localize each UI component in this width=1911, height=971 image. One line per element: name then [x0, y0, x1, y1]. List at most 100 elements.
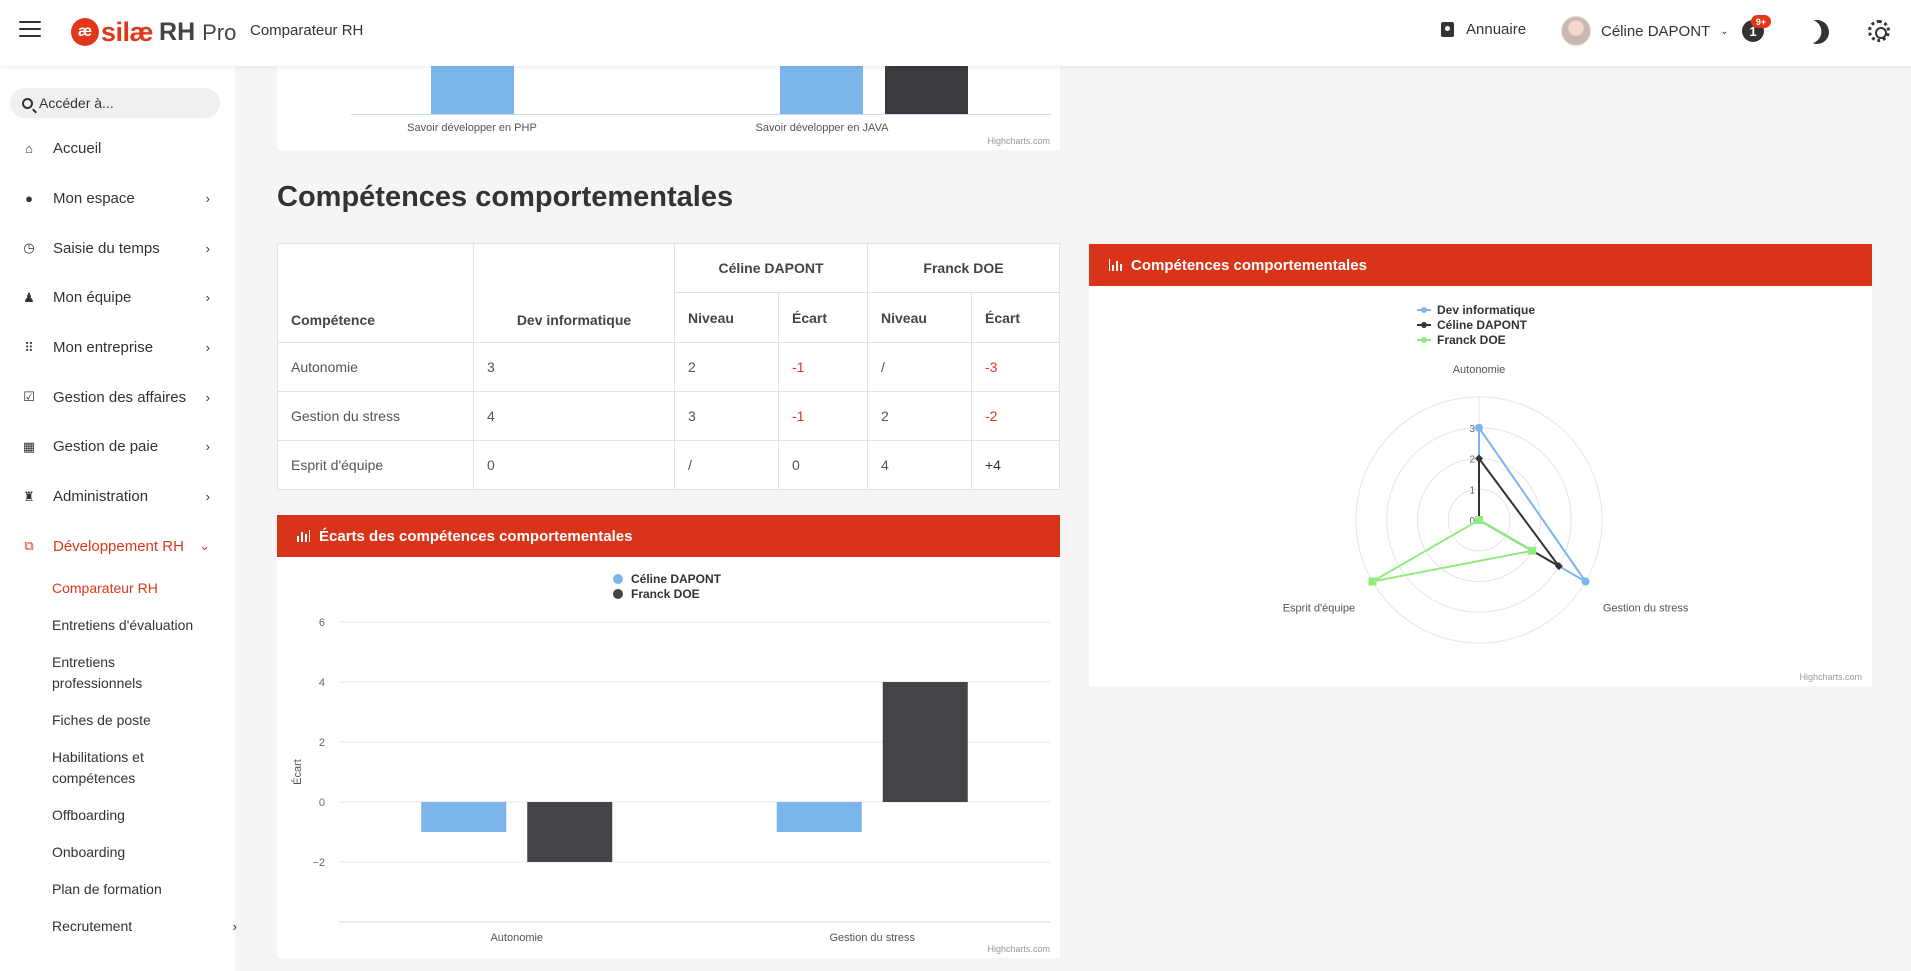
- legend-label: Céline DAPONT: [1437, 318, 1528, 332]
- sidebar-item-administration[interactable]: ♜ Administration ›: [0, 472, 235, 522]
- table-header-person1: Céline DAPONT: [674, 243, 868, 293]
- sidebar-submenu: Comparateur RH Entretiens d'évaluation E…: [0, 573, 237, 942]
- search-input[interactable]: Accéder à...: [10, 88, 220, 118]
- table-row: Esprit d'équipe 0 / 0 4 +4: [277, 440, 1060, 490]
- chevron-right-icon: ›: [205, 439, 210, 455]
- chart-bar: [780, 66, 863, 114]
- sidebar-item-label: Mon entreprise: [53, 339, 154, 357]
- legend-marker: [1421, 307, 1427, 313]
- x-axis-line: [351, 114, 1051, 115]
- sidebar-item-label: Gestion des affaires: [53, 388, 187, 406]
- radar-chart-card: Dev informatique Céline DAPONT Franck DOE A…: [1089, 286, 1872, 686]
- table-cell: -1: [778, 342, 868, 392]
- x-tick-label: Savoir développer en PHP: [407, 122, 537, 134]
- sidebar-item-developpement-rh[interactable]: ⧉ Développement RH ⌄: [0, 522, 235, 572]
- radar-category-label: Gestion du stress: [1603, 603, 1689, 615]
- user-menu[interactable]: Céline DAPONT ⌄: [1561, 16, 1729, 46]
- ecarts-chart-card: Céline DAPONT Franck DOE 6 4 2 0 −2 Écart Autono…: [277, 557, 1060, 958]
- y-tick-label: 2: [319, 737, 325, 749]
- sidebar-subitem-entretiens-evaluation[interactable]: Entretiens d'évaluation: [52, 610, 212, 641]
- person-icon: ●: [25, 191, 33, 207]
- y-tick-label: 0: [319, 797, 325, 809]
- sidebar-subitem-plan-formation[interactable]: Plan de formation: [52, 874, 212, 905]
- home-icon: ⌂: [25, 141, 33, 157]
- table-row: Gestion du stress 4 3 -1 2 -2: [277, 391, 1060, 441]
- sidebar-subitem-label: Recrutement: [52, 918, 133, 935]
- gear-icon[interactable]: [1868, 20, 1890, 42]
- logo-product: RH Pro: [159, 18, 236, 47]
- sidebar-item-label: Administration: [53, 488, 149, 506]
- sidebar-item-label: Saisie du temps: [53, 239, 160, 257]
- logo[interactable]: æ silæ RH Pro: [71, 16, 236, 48]
- section-title: Compétences comportementales: [277, 181, 734, 213]
- highcharts-credit[interactable]: Highcharts.com: [987, 944, 1050, 954]
- sidebar: Accéder à... ⌂ Accueil ● Mon espace › ◷ …: [0, 66, 237, 971]
- legend-label: Franck DOE: [631, 587, 700, 601]
- highcharts-credit[interactable]: Highcharts.com: [987, 136, 1050, 146]
- table-cell: -2: [971, 391, 1060, 441]
- table-cell: Autonomie: [277, 342, 474, 392]
- legend-marker: [613, 574, 623, 584]
- search-icon: [22, 97, 33, 109]
- radar-tick-label: 1: [1469, 485, 1475, 496]
- sidebar-item-accueil[interactable]: ⌂ Accueil: [0, 124, 235, 174]
- sidebar-item-mon-equipe[interactable]: ♟ Mon équipe ›: [0, 273, 235, 323]
- radar-series-line: [1478, 455, 1560, 567]
- x-tick-label: Autonomie: [490, 932, 543, 944]
- legend-label: Céline DAPONT: [631, 572, 722, 586]
- legend-label: Franck DOE: [1437, 333, 1506, 347]
- chevron-down-icon: ⌄: [1720, 25, 1729, 37]
- table-header-person2: Franck DOE: [867, 243, 1060, 293]
- radar-category-label: Autonomie: [1453, 364, 1506, 376]
- radar-point: [1528, 546, 1537, 555]
- logo-product-name: RH: [159, 17, 196, 46]
- sidebar-subitem-fiches-poste[interactable]: Fiches de poste: [52, 705, 212, 736]
- dark-mode-icon[interactable]: [1802, 17, 1833, 48]
- competences-table: Compétence Dev informatique Céline DAPON…: [277, 243, 1060, 490]
- radar-point: [1368, 577, 1377, 586]
- table-cell: /: [674, 440, 779, 490]
- table-cell: 3: [473, 342, 675, 392]
- chart-bar: [527, 802, 613, 862]
- table-cell: -1: [778, 391, 868, 441]
- sidebar-subitem-comparateur-rh[interactable]: Comparateur RH: [52, 573, 212, 604]
- sidebar-item-gestion-affaires[interactable]: ☑ Gestion des affaires ›: [0, 372, 235, 422]
- logo-mark: æ: [71, 18, 99, 46]
- legend-marker: [1421, 322, 1427, 328]
- menu-icon[interactable]: [19, 21, 41, 39]
- clock-icon: ◷: [23, 240, 35, 256]
- chevron-down-icon: ⌄: [199, 538, 210, 554]
- sidebar-subitem-onboarding[interactable]: Onboarding: [52, 837, 212, 868]
- highcharts-credit[interactable]: Highcharts.com: [1799, 672, 1862, 682]
- table-cell: Gestion du stress: [277, 391, 474, 441]
- competences-radar-chart: Dev informatiqueCéline DAPONTFranck DOE A…: [1283, 303, 1689, 644]
- sidebar-item-gestion-paie[interactable]: ▦ Gestion de paie ›: [0, 422, 235, 472]
- contact-book-icon: [1441, 22, 1454, 37]
- sidebar-subitem-habilitations[interactable]: Habilitations et compétences: [52, 742, 192, 794]
- sidebar-subitem-entretiens-professionnels[interactable]: Entretiens professionnels: [52, 647, 172, 699]
- sidebar-item-label: Accueil: [53, 140, 102, 158]
- ecarts-bar-chart: Céline DAPONTFranck DOE 6 4 2 0 −2 Écart Autono…: [291, 572, 1050, 944]
- table-cell: 4: [867, 440, 972, 490]
- sidebar-subitem-offboarding[interactable]: Offboarding: [52, 800, 212, 831]
- radar-tick-label: 3: [1469, 424, 1475, 435]
- annuaire-link[interactable]: Annuaire: [1441, 21, 1526, 38]
- chart-bar: [421, 802, 507, 832]
- chevron-right-icon: ›: [232, 919, 237, 935]
- sidebar-item-mon-entreprise[interactable]: ⠿ Mon entreprise ›: [0, 323, 235, 373]
- radar-panel-header: Compétences comportementales: [1089, 244, 1872, 286]
- radar-category-label: Esprit d'équipe: [1283, 603, 1355, 615]
- logo-text: silæ: [101, 16, 154, 47]
- y-tick-label: 4: [319, 677, 325, 689]
- logo-product-suffix: Pro: [202, 19, 237, 45]
- radar-point: [1475, 516, 1483, 524]
- sidebar-item-mon-espace[interactable]: ● Mon espace ›: [0, 174, 235, 224]
- radar-chart-icon: [1109, 259, 1123, 271]
- sidebar-item-saisie-temps[interactable]: ◷ Saisie du temps ›: [0, 223, 235, 273]
- sidebar-subitem-recrutement[interactable]: Recrutement ›: [52, 911, 237, 942]
- table-cell: 0: [473, 440, 675, 490]
- chevron-right-icon: ›: [205, 290, 210, 306]
- top-bar: æ silæ RH Pro Comparateur RH Annuaire Cé…: [0, 0, 1911, 66]
- table-cell: Esprit d'équipe: [277, 440, 474, 490]
- page-title: Comparateur RH: [250, 22, 364, 39]
